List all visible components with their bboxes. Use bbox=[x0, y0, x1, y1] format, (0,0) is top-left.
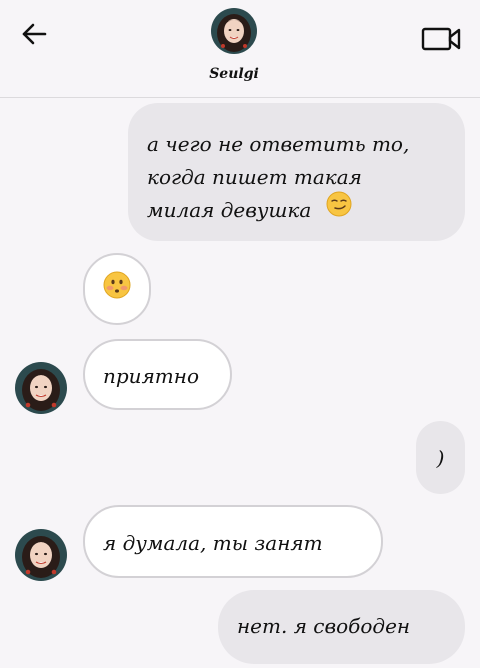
message-line: а чего не ответить то, bbox=[147, 132, 410, 156]
video-camera-icon bbox=[421, 27, 461, 51]
smirk-emoji-icon bbox=[326, 191, 352, 227]
outgoing-message[interactable]: ) bbox=[416, 421, 465, 494]
back-button[interactable] bbox=[14, 16, 54, 52]
message-text: ) bbox=[436, 445, 445, 470]
message-text: нет. я свободен bbox=[237, 614, 411, 638]
message-line: милая девушка bbox=[147, 198, 312, 222]
contact-avatar[interactable] bbox=[15, 362, 67, 414]
flushed-emoji-icon bbox=[103, 271, 131, 308]
outgoing-message[interactable]: нет. я свободен bbox=[218, 590, 465, 664]
video-call-button[interactable] bbox=[417, 22, 465, 56]
contact-name[interactable]: Seulgi bbox=[0, 66, 468, 82]
incoming-message[interactable] bbox=[83, 253, 151, 325]
message-text: я думала, ты занят bbox=[103, 531, 323, 555]
incoming-message[interactable]: приятно bbox=[83, 339, 232, 410]
message-line: когда пишет такая bbox=[147, 165, 362, 189]
contact-avatar[interactable] bbox=[15, 529, 67, 581]
message-text: приятно bbox=[103, 364, 199, 388]
chat-header: Seulgi bbox=[0, 0, 480, 98]
outgoing-message[interactable]: а чего не ответить то, когда пишет такая… bbox=[128, 103, 465, 241]
arrow-left-icon bbox=[22, 23, 47, 45]
incoming-message[interactable]: я думала, ты занят bbox=[83, 505, 383, 578]
contact-avatar[interactable] bbox=[211, 8, 257, 54]
